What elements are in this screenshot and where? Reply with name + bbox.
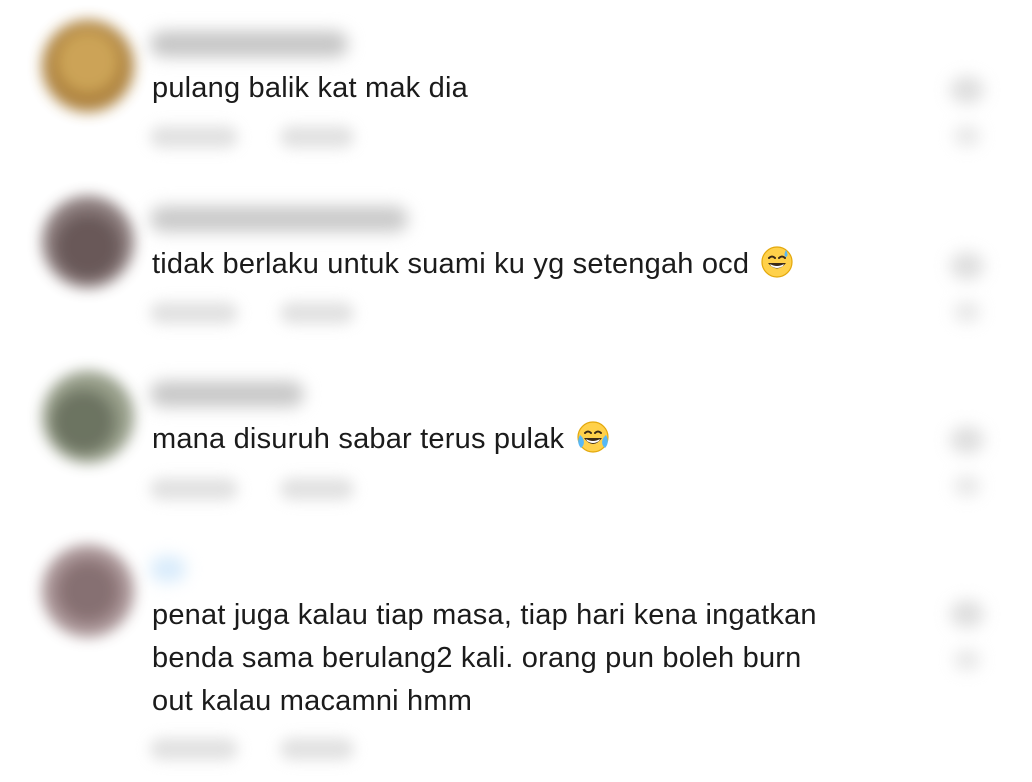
comment-text: tidak berlaku untuk suami ku yg setengah…	[152, 243, 912, 286]
grinning-sweat-emoji-icon	[761, 246, 794, 278]
comment-text-line: out kalau macamni hmm	[152, 685, 473, 717]
timestamp-blurred	[150, 126, 238, 148]
avatar[interactable]	[42, 371, 134, 463]
timestamp-blurred	[150, 478, 238, 500]
heart-icon	[950, 426, 984, 454]
comment-text-content: tidak berlaku untuk suami ku yg setengah…	[152, 248, 750, 280]
timestamp-blurred	[150, 302, 238, 324]
comment-meta-blurred	[150, 302, 354, 326]
comment-text-content: mana disuruh sabar terus pulak	[152, 423, 565, 455]
comment-text-content: pulang balik kat mak dia	[152, 72, 468, 104]
like-count-blurred	[954, 126, 980, 146]
timestamp-blurred	[150, 738, 238, 760]
heart-icon	[950, 252, 984, 280]
reply-button-blurred[interactable]	[280, 302, 354, 324]
avatar[interactable]	[42, 196, 134, 288]
heart-icon	[950, 76, 984, 104]
username-blurred[interactable]	[150, 31, 348, 57]
reply-button-blurred[interactable]	[280, 126, 354, 148]
username-blurred[interactable]	[150, 381, 304, 407]
like-button[interactable]	[948, 426, 986, 508]
avatar[interactable]	[42, 545, 134, 637]
comment-meta-blurred	[150, 478, 354, 502]
like-count-blurred	[954, 476, 980, 496]
comment-text: mana disuruh sabar terus pulak	[152, 418, 912, 461]
comment-text-line: benda sama berulang2 kali. orang pun bol…	[152, 642, 802, 674]
reply-button-blurred[interactable]	[280, 738, 354, 760]
comment-meta-blurred	[150, 738, 354, 762]
username-blurred[interactable]	[150, 206, 408, 232]
like-count-blurred	[954, 650, 980, 670]
comment-text: penat juga kalau tiap masa, tiap hari ke…	[152, 594, 912, 723]
comment-text: pulang balik kat mak dia	[152, 67, 912, 110]
comment-text-line: penat juga kalau tiap masa, tiap hari ke…	[152, 599, 817, 631]
like-button[interactable]	[948, 252, 986, 334]
heart-icon	[950, 600, 984, 628]
avatar[interactable]	[42, 20, 134, 112]
like-button[interactable]	[948, 76, 986, 158]
comments-screen: pulang balik kat mak dia tidak berlaku u…	[0, 0, 1032, 782]
like-button[interactable]	[948, 600, 986, 682]
username-blurred[interactable]	[150, 556, 186, 582]
comment-meta-blurred	[150, 126, 354, 150]
reply-button-blurred[interactable]	[280, 478, 354, 500]
like-count-blurred	[954, 302, 980, 322]
tears-of-joy-emoji-icon	[576, 421, 609, 453]
